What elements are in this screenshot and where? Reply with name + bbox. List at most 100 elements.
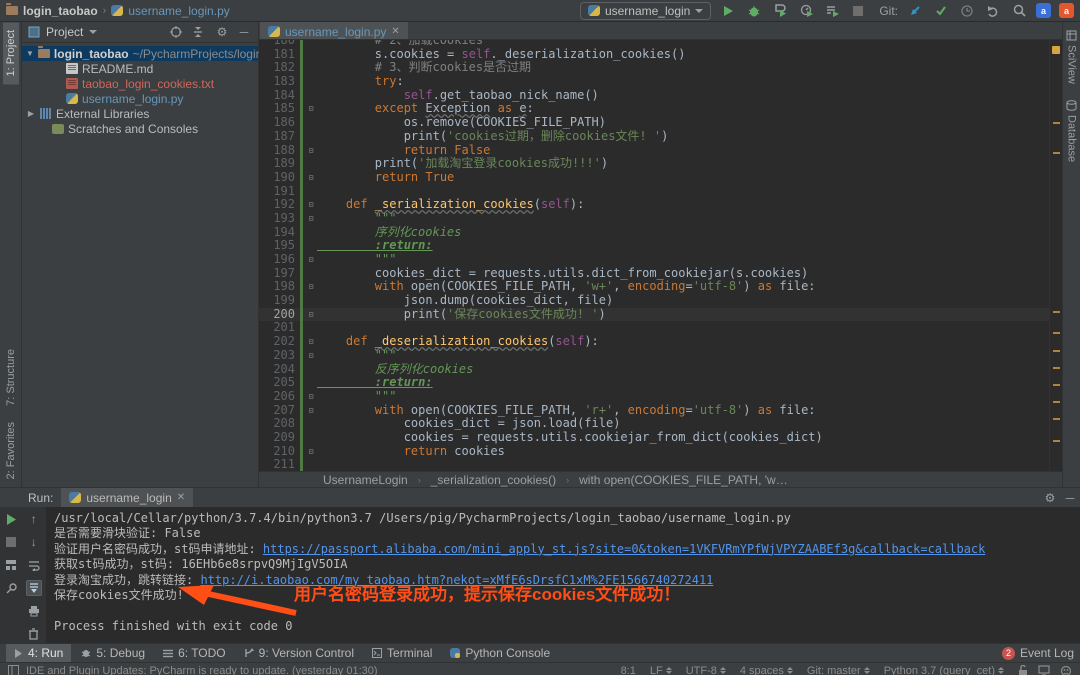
line-number[interactable]: 193 [259,212,295,226]
line-number[interactable]: 188 [259,144,295,158]
run-configuration-select[interactable]: username_login [580,2,711,20]
rollback-button[interactable] [984,2,1002,20]
bottom-tab-python-console[interactable]: Python Console [442,644,558,663]
run-concurrency-button[interactable] [823,2,841,20]
line-number[interactable]: 198 [259,280,295,294]
line-number[interactable]: 205 [259,376,295,390]
inspection-status-icon[interactable] [1052,46,1060,54]
tree-item-scratches-and-consoles[interactable]: Scratches and Consoles [22,121,258,136]
fold-toggle-icon[interactable]: ⊟ [305,335,317,349]
bottom-tab-6-todo[interactable]: 6: TODO [155,644,234,663]
line-number[interactable]: 197 [259,267,295,281]
tree-item-taobao-login-cookies-txt[interactable]: taobao_login_cookies.txt [22,76,258,91]
breadcrumb-file[interactable]: username_login.py [128,4,229,18]
fold-toggle-icon[interactable]: ⊟ [305,390,317,404]
error-stripe-mark[interactable] [1053,350,1060,352]
console-link[interactable]: https://passport.alibaba.com/mini_apply_… [263,542,985,556]
project-panel-title[interactable]: Project [46,25,83,39]
tool-tab-sciview[interactable]: SciView [1065,22,1079,92]
fold-toggle-icon[interactable]: ⊟ [305,144,317,158]
code-editor-surface[interactable]: 180 # 2、加载cookies181 s.cookies = self._d… [259,40,1049,471]
error-stripe-mark[interactable] [1053,418,1060,420]
tree-item-username-login-py[interactable]: username_login.py [22,91,258,106]
error-stripe-mark[interactable] [1053,152,1060,154]
bottom-tab-5-debug[interactable]: 5: Debug [73,644,153,663]
minimize-panel-icon[interactable]: ─ [1060,491,1080,505]
fold-toggle-icon[interactable]: ⊟ [305,308,317,322]
tool-tab-project[interactable]: 1: Project [3,22,19,84]
notifications-icon[interactable] [1060,665,1072,675]
line-number[interactable]: 181 [259,48,295,62]
fold-toggle-icon[interactable]: ⊟ [305,445,317,459]
tree-expand-icon[interactable]: ▼ [26,49,34,58]
status-item-lf[interactable]: LF [650,665,672,675]
debug-button[interactable] [745,2,763,20]
history-button[interactable] [958,2,976,20]
line-number[interactable]: 201 [259,321,295,335]
rerun-button[interactable] [3,511,19,527]
status-item-python-3-7-query-cet-[interactable]: Python 3.7 (query_cet) [884,665,1004,675]
line-number[interactable]: 204 [259,363,295,377]
bottom-tab-4-run[interactable]: 4: Run [6,644,71,663]
line-number[interactable]: 199 [259,294,295,308]
down-stack-trace-icon[interactable]: ↓ [26,534,42,550]
status-item-4-spaces[interactable]: 4 spaces [740,665,793,675]
clear-console-icon[interactable] [26,626,42,642]
error-stripe-mark[interactable] [1053,367,1060,369]
close-tab-icon[interactable]: ✕ [177,492,185,503]
line-number[interactable]: 210 [259,445,295,459]
fold-toggle-icon[interactable]: ⊟ [305,253,317,267]
soft-wrap-icon[interactable] [26,557,42,573]
restore-layout-icon[interactable] [3,557,19,573]
fold-toggle-icon[interactable]: ⊟ [305,212,317,226]
error-stripe-mark[interactable] [1053,401,1060,403]
editor-scrollbar[interactable] [1049,40,1062,471]
error-stripe-mark[interactable] [1053,311,1060,313]
event-log-button[interactable]: 2Event Log [1002,646,1074,660]
fold-toggle-icon[interactable]: ⊟ [305,198,317,212]
lock-icon[interactable] [1018,665,1028,675]
status-item-8-1[interactable]: 8:1 [621,665,636,675]
status-item-utf-8[interactable]: UTF-8 [686,665,726,675]
error-stripe-mark[interactable] [1053,384,1060,386]
line-number[interactable]: 203 [259,349,295,363]
breadcrumb-item[interactable]: with open(COOKIES_FILE_PATH, 'w… [579,473,788,487]
line-number[interactable]: 195 [259,239,295,253]
bottom-tab-terminal[interactable]: Terminal [364,644,440,663]
line-number[interactable]: 208 [259,417,295,431]
error-stripe-mark[interactable] [1053,122,1060,124]
close-tab-icon[interactable]: ✕ [391,26,399,37]
settings-gear-icon[interactable]: ⚙ [214,25,230,39]
highlighting-level-icon[interactable] [1038,665,1050,675]
line-number[interactable]: 183 [259,75,295,89]
fold-toggle-icon[interactable]: ⊟ [305,102,317,116]
fold-toggle-icon[interactable]: ⊟ [305,349,317,363]
run-settings-gear-icon[interactable]: ⚙ [1040,491,1060,505]
stop-button[interactable] [849,2,867,20]
tree-expand-icon[interactable]: ▶ [26,109,36,118]
line-number[interactable]: 209 [259,431,295,445]
tool-tab-favorites[interactable]: 2: Favorites [3,414,19,487]
git-commit-button[interactable] [932,2,950,20]
breadcrumb-item[interactable]: _serialization_cookies() [431,473,556,487]
line-number[interactable]: 206 [259,390,295,404]
tool-tab-database[interactable]: Database [1065,92,1079,170]
fold-toggle-icon[interactable]: ⊟ [305,280,317,294]
run-tab[interactable]: username_login ✕ [61,488,193,507]
status-message[interactable]: IDE and Plugin Updates: PyCharm is ready… [26,665,378,675]
line-number[interactable]: 191 [259,185,295,199]
run-with-coverage-button[interactable] [771,2,789,20]
locate-file-icon[interactable] [170,26,186,38]
run-button[interactable] [719,2,737,20]
line-number[interactable]: 185 [259,102,295,116]
line-number[interactable]: 211 [259,458,295,471]
plugin-icon-orange[interactable]: a [1059,3,1074,18]
run-console-output[interactable]: 用户名密码登录成功，提示保存cookies文件成功！ /usr/local/Ce… [46,507,1080,643]
line-number[interactable]: 200 [259,308,295,322]
profiler-button[interactable] [797,2,815,20]
breadcrumb-item[interactable]: UsernameLogin [323,473,408,487]
line-number[interactable]: 194 [259,226,295,240]
line-number[interactable]: 186 [259,116,295,130]
line-number[interactable]: 202 [259,335,295,349]
tree-item-external-libraries[interactable]: ▶External Libraries [22,106,258,121]
